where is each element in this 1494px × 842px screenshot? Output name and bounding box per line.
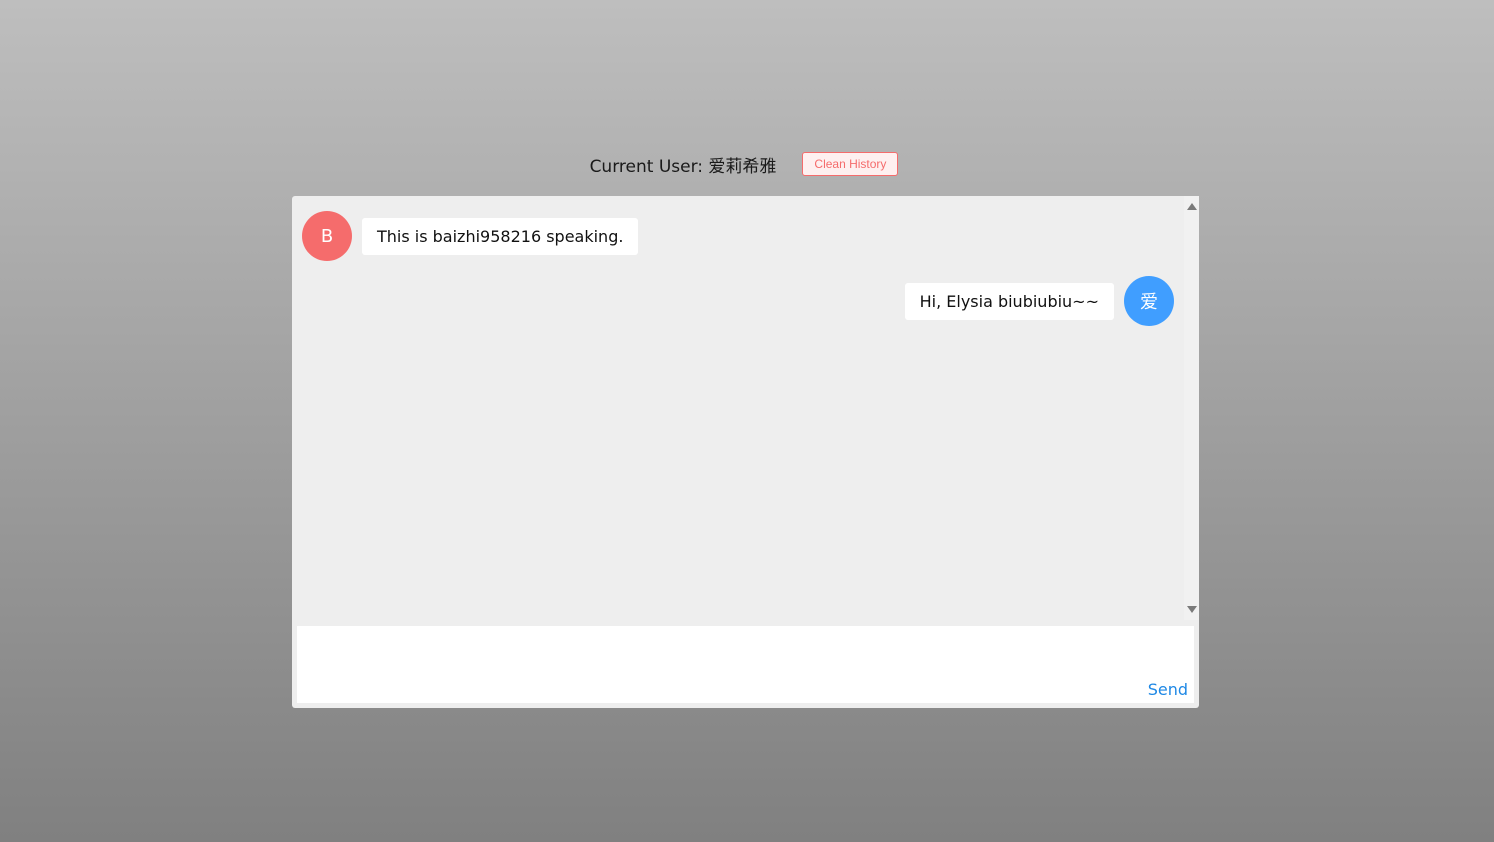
message-bubble: Hi, Elysia biubiubiu~~ xyxy=(904,282,1114,320)
chat-window: B This is baizhi958216 speaking. 爱 Hi, E… xyxy=(292,196,1199,708)
send-button[interactable]: Send xyxy=(1148,680,1188,699)
message-item-outgoing: 爱 Hi, Elysia biubiubiu~~ xyxy=(904,276,1174,326)
message-list: B This is baizhi958216 speaking. 爱 Hi, E… xyxy=(292,196,1184,620)
scroll-down-arrow-icon[interactable] xyxy=(1187,606,1197,613)
message-input[interactable] xyxy=(297,626,1137,703)
clean-history-button[interactable]: Clean History xyxy=(802,152,899,176)
avatar: 爱 xyxy=(1124,276,1174,326)
message-composer: Send xyxy=(297,626,1194,703)
message-item-incoming: B This is baizhi958216 speaking. xyxy=(302,211,639,261)
message-bubble: This is baizhi958216 speaking. xyxy=(362,217,639,255)
avatar: B xyxy=(302,211,352,261)
header-bar: Current User: 爱莉希雅 Clean History xyxy=(0,150,1494,178)
current-user-label: Current User: 爱莉希雅 xyxy=(589,156,777,177)
message-list-scrollbar[interactable] xyxy=(1184,196,1199,620)
scroll-up-arrow-icon[interactable] xyxy=(1187,203,1197,210)
